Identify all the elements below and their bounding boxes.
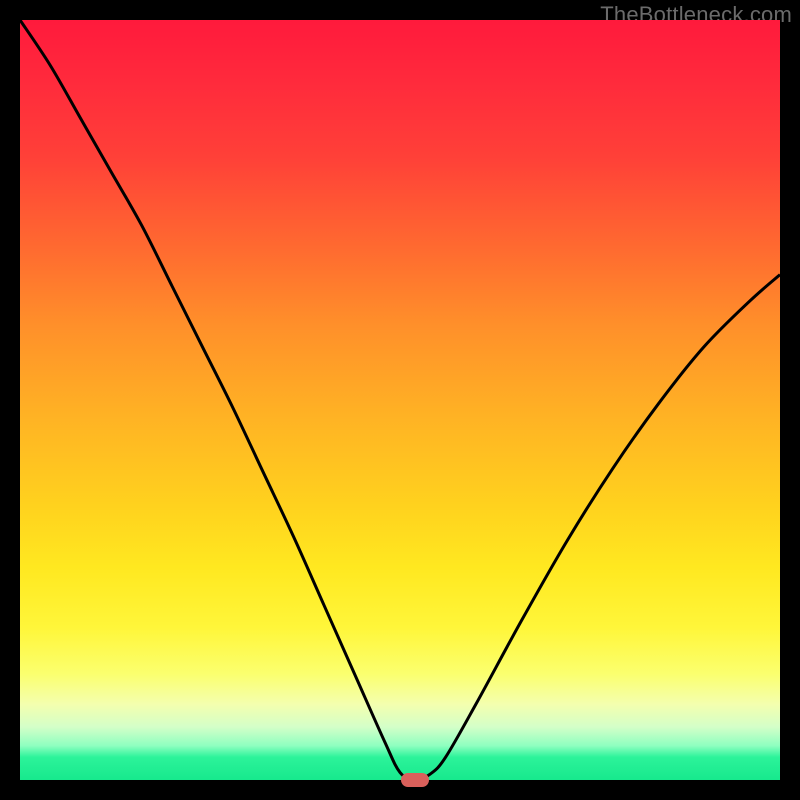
curve-svg — [20, 20, 780, 780]
plot-area — [20, 20, 780, 780]
bottleneck-curve — [20, 20, 780, 780]
optimal-point-marker — [401, 773, 429, 787]
chart-frame: TheBottleneck.com — [0, 0, 800, 800]
